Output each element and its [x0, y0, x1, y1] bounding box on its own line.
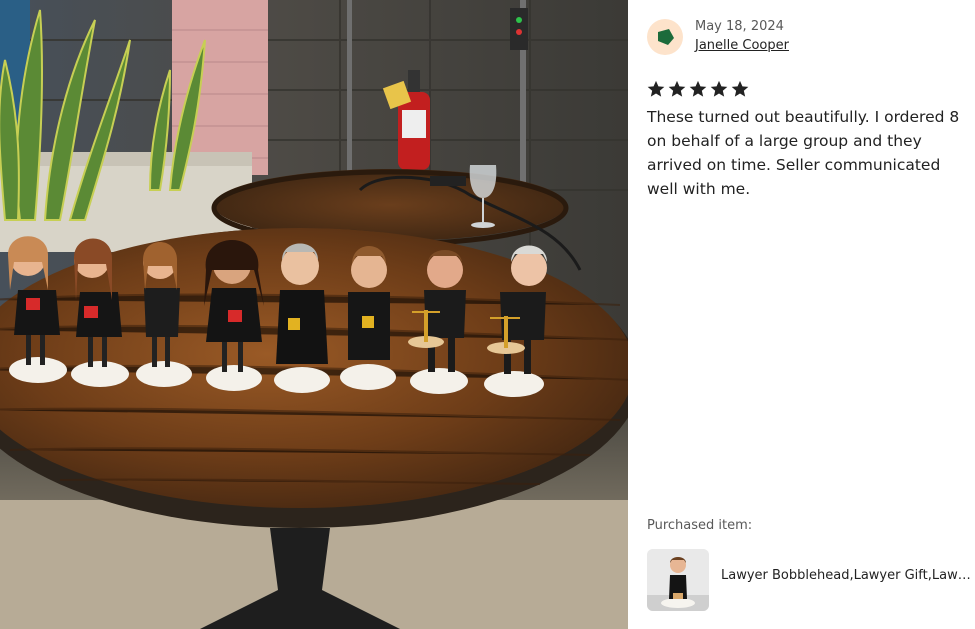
star-icon [668, 80, 686, 97]
star-icon [731, 80, 749, 97]
star-icon [689, 80, 707, 97]
star-rating [646, 79, 750, 99]
star-icon [647, 80, 665, 97]
purchased-item-title-link[interactable]: Lawyer Bobblehead,Lawyer Gift,Lawyer Gif… [721, 568, 973, 583]
purchased-item-thumbnail[interactable] [647, 549, 709, 611]
star-icon [710, 80, 728, 97]
reviewer-name-link[interactable]: Janelle Cooper [695, 38, 789, 53]
bobblehead-table-photo [0, 0, 628, 629]
lawyer-bobblehead-thumbnail-icon [647, 549, 709, 611]
user-avatar-icon [647, 19, 683, 55]
review-viewer: May 18, 2024 Janelle Cooper These turned… [0, 0, 975, 629]
review-panel: May 18, 2024 Janelle Cooper These turned… [628, 0, 975, 629]
review-text: These turned out beautifully. I ordered … [647, 108, 960, 198]
review-photo [0, 0, 628, 629]
avatar-shape [658, 29, 674, 45]
purchased-item-label: Purchased item: [647, 518, 753, 533]
review-date: May 18, 2024 [695, 19, 784, 34]
